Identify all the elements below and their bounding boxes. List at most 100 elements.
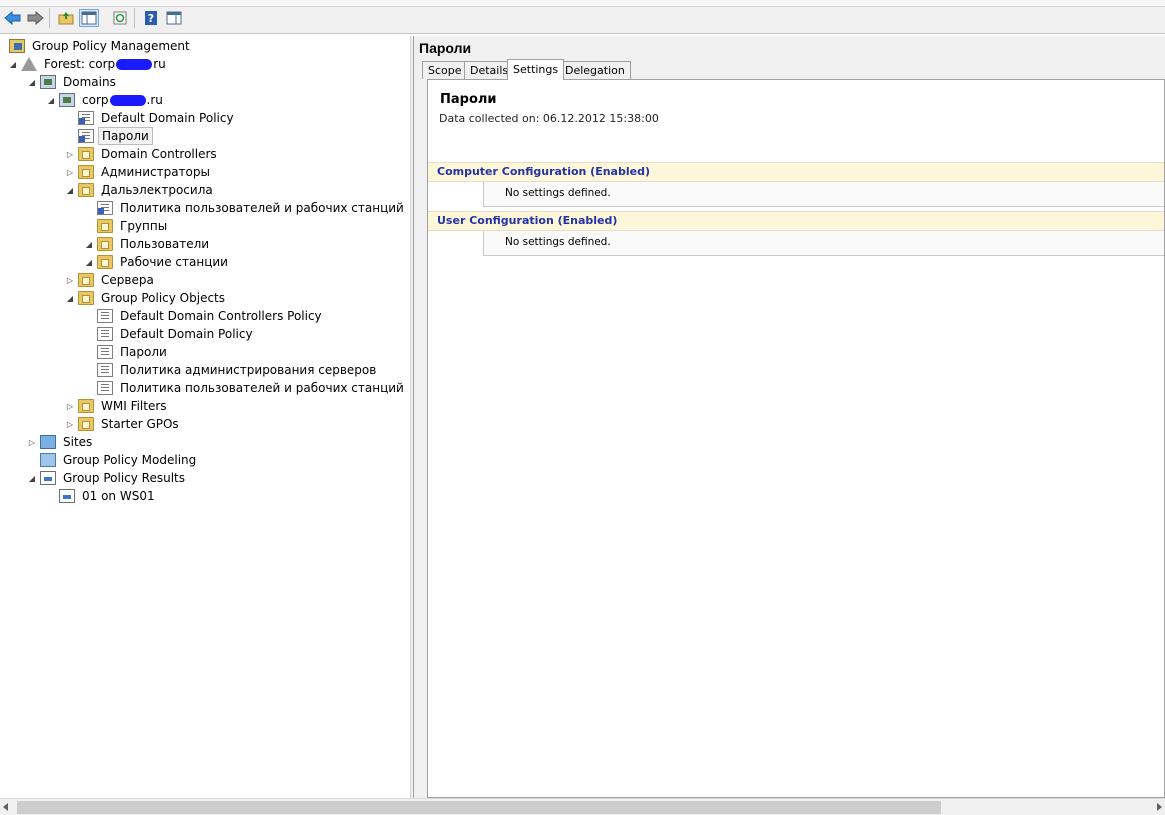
gpo-link-icon <box>97 201 113 215</box>
redaction-mark <box>116 59 153 70</box>
tree-item-gpo-link-selected[interactable]: Пароли <box>75 127 153 145</box>
title-bar-remnant <box>0 0 1165 7</box>
tab-settings[interactable]: Settings <box>507 59 565 80</box>
collapse-triangle-icon[interactable]: ◢ <box>27 473 37 483</box>
tree-item-ou[interactable]: ◢ Пользователи <box>84 235 212 253</box>
report-date: Data collected on: 06.12.2012 15:38:00 <box>439 112 659 125</box>
expand-triangle-icon[interactable]: ▷ <box>65 149 75 159</box>
tree-label: Domains <box>63 75 116 89</box>
tree-item-results[interactable]: ◢ Group Policy Results <box>27 469 188 487</box>
collapse-triangle-icon[interactable]: ◢ <box>84 239 94 249</box>
console-tree[interactable]: Group Policy Management ◢ Forest: corp ru… <box>0 36 410 798</box>
expand-triangle-icon[interactable]: ▷ <box>65 167 75 177</box>
scroll-right-arrow-icon[interactable] <box>1157 803 1162 811</box>
tree-item-ou[interactable]: ▷ Domain Controllers <box>65 145 220 163</box>
horizontal-scrollbar[interactable] <box>0 798 1165 815</box>
user-config-section[interactable]: User Configuration (Enabled) <box>428 211 1164 231</box>
gpo-icon <box>97 345 113 359</box>
collapse-triangle-icon[interactable]: ◢ <box>65 185 75 195</box>
redaction-mark <box>109 95 146 106</box>
tree-item-wmi-filters[interactable]: ▷ WMI Filters <box>65 397 170 415</box>
help-icon[interactable]: ? <box>141 9 161 27</box>
action-pane-icon[interactable] <box>164 9 184 27</box>
expand-triangle-icon[interactable]: ▷ <box>27 437 37 447</box>
tree-item-forest[interactable]: ◢ Forest: corp ru <box>8 55 169 73</box>
ou-folder-icon <box>78 273 94 287</box>
tree-label: Политика пользователей и рабочих станций <box>120 381 404 395</box>
scroll-left-arrow-icon[interactable] <box>3 803 8 811</box>
sites-icon <box>40 435 56 449</box>
tree-label: Sites <box>63 435 93 449</box>
collapse-triangle-icon[interactable]: ◢ <box>84 257 94 267</box>
tree-item-sites[interactable]: ▷ Sites <box>27 433 95 451</box>
tree-item-result[interactable]: 01 on WS01 <box>56 487 158 505</box>
section-header[interactable]: User Configuration (Enabled) <box>437 214 617 227</box>
tree-item-gpo-container[interactable]: ◢ Group Policy Objects <box>65 289 228 307</box>
ou-folder-icon <box>97 219 113 233</box>
tab-delegation[interactable]: Delegation <box>559 61 631 79</box>
collapse-triangle-icon[interactable]: ◢ <box>46 95 56 105</box>
forward-arrow-icon[interactable] <box>25 9 45 27</box>
tree-label: Default Domain Controllers Policy <box>120 309 322 323</box>
gpo-icon <box>97 363 113 377</box>
up-folder-icon[interactable] <box>56 9 76 27</box>
gpo-icon <box>97 327 113 341</box>
computer-config-section[interactable]: Computer Configuration (Enabled) <box>428 162 1164 182</box>
user-config-body: No settings defined. <box>483 231 1164 256</box>
section-header[interactable]: Computer Configuration (Enabled) <box>437 165 650 178</box>
tree-item-gpo[interactable]: Default Domain Controllers Policy <box>94 307 325 325</box>
tree-item-gpo-link[interactable]: Политика пользователей и рабочих станций <box>94 199 407 217</box>
toolbar-separator <box>49 8 50 28</box>
collapse-triangle-icon[interactable]: ◢ <box>8 59 18 69</box>
collapse-triangle-icon[interactable]: ◢ <box>65 293 75 303</box>
tree-label: Domain Controllers <box>101 147 217 161</box>
back-arrow-icon[interactable] <box>3 9 23 27</box>
toolbar: ? <box>0 0 1165 34</box>
tree-label: Starter GPOs <box>101 417 179 431</box>
tree-item-gpo[interactable]: Политика администрирования серверов <box>94 361 379 379</box>
tree-item-domains[interactable]: ◢ Domains <box>27 73 119 91</box>
tree-item-starter-gpos[interactable]: ▷ Starter GPOs <box>65 415 182 433</box>
modeling-icon <box>40 453 56 467</box>
ou-folder-icon <box>78 165 94 179</box>
expand-triangle-icon[interactable]: ▷ <box>65 419 75 429</box>
scroll-thumb[interactable] <box>17 801 941 814</box>
tree-item-ou[interactable]: Группы <box>94 217 170 235</box>
tree-item-ou[interactable]: ◢ Дальэлектросила <box>65 181 216 199</box>
tree-item-ou[interactable]: ▷ Администраторы <box>65 163 213 181</box>
tree-item-modeling[interactable]: Group Policy Modeling <box>37 451 199 469</box>
tree-label: Дальэлектросила <box>101 183 213 197</box>
tree-item-ou[interactable]: ◢ Рабочие станции <box>84 253 231 271</box>
gpmc-root-icon <box>9 39 25 53</box>
tree-label: Пользователи <box>120 237 210 251</box>
tree-label: Группы <box>120 219 168 233</box>
tree-item-gpo[interactable]: Политика пользователей и рабочих станций <box>94 379 407 397</box>
domain-icon <box>59 93 75 107</box>
results-icon <box>40 471 56 485</box>
tab-scope[interactable]: Scope <box>422 61 468 79</box>
tree-label: Пароли <box>120 345 167 359</box>
tree-item-ou[interactable]: ▷ Сервера <box>65 271 157 289</box>
tree-label: Сервера <box>101 273 154 287</box>
gpo-link-icon <box>78 129 94 143</box>
show-hide-tree-icon[interactable] <box>79 9 99 27</box>
expand-triangle-icon[interactable]: ▷ <box>65 275 75 285</box>
wmi-filter-folder-icon <box>78 399 94 413</box>
section-body-text: No settings defined. <box>505 187 611 199</box>
collapse-triangle-icon[interactable]: ◢ <box>27 77 37 87</box>
report-title: Пароли <box>440 92 497 107</box>
tree-item-gpo[interactable]: Пароли <box>94 343 170 361</box>
tree-label: Group Policy Management <box>32 39 190 53</box>
tree-item-domain[interactable]: ◢ corp .ru <box>46 91 166 109</box>
settings-report: Пароли Data collected on: 06.12.2012 15:… <box>427 79 1165 798</box>
tree-item-gpo[interactable]: Default Domain Policy <box>94 325 256 343</box>
ou-folder-icon <box>97 255 113 269</box>
refresh-icon[interactable] <box>110 9 130 27</box>
tree-label: Group Policy Results <box>63 471 186 485</box>
domains-icon <box>40 75 56 89</box>
tree-item-gpo-link[interactable]: Default Domain Policy <box>75 109 237 127</box>
gpo-icon <box>97 381 113 395</box>
svg-text:?: ? <box>148 12 154 25</box>
tree-root[interactable]: Group Policy Management <box>6 37 193 55</box>
expand-triangle-icon[interactable]: ▷ <box>65 401 75 411</box>
